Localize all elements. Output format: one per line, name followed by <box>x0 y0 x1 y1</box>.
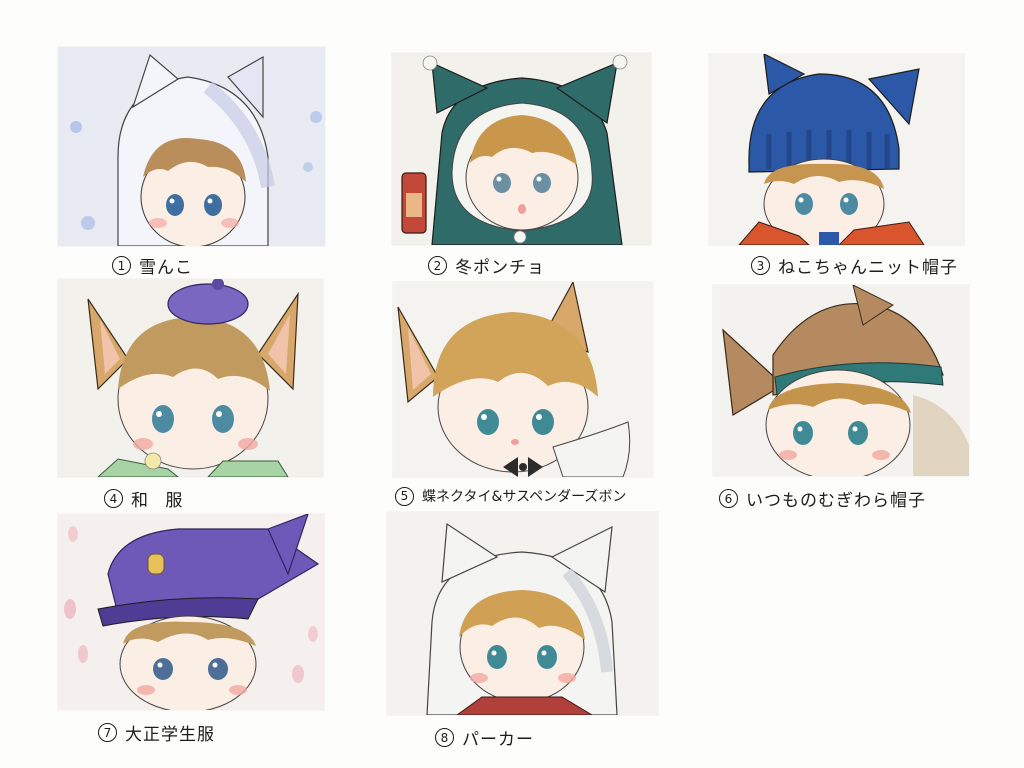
caption-8: 8 パーカー <box>435 725 534 750</box>
caption-label-5: 蝶ネクタイ&サスペンダーズボン <box>422 489 627 505</box>
illustration-7 <box>58 514 324 710</box>
caption-number-6: 6 <box>719 489 738 508</box>
illustration-5-art <box>393 282 653 477</box>
caption-2: 2 冬ポンチョ <box>428 253 545 278</box>
caption-number-4: 4 <box>104 489 123 508</box>
caption-5: 5 蝶ネクタイ&サスペンダーズボン <box>395 486 626 506</box>
caption-4: 4 和 服 <box>104 486 188 511</box>
illustration-4-art <box>58 279 323 477</box>
illustration-6 <box>713 285 969 476</box>
illustration-3 <box>709 54 964 245</box>
caption-label-2: 冬ポンチョ <box>455 258 545 278</box>
illustration-1 <box>58 47 325 246</box>
illustration-8-art <box>387 512 658 715</box>
illustration-8 <box>387 512 658 715</box>
illustration-2-art <box>392 53 651 245</box>
caption-number-7: 7 <box>98 723 117 742</box>
caption-6: 6 いつものむぎわら帽子 <box>719 486 926 511</box>
caption-label-4: 和 服 <box>131 491 189 511</box>
caption-number-2: 2 <box>428 256 447 275</box>
illustration-5 <box>393 282 653 477</box>
illustration-1-art <box>58 47 325 246</box>
caption-label-8: パーカー <box>462 730 534 750</box>
caption-label-7: 大正学生服 <box>125 725 215 745</box>
caption-label-6: いつものむぎわら帽子 <box>746 491 926 511</box>
illustration-2 <box>392 53 651 245</box>
illustration-6-art <box>713 285 969 476</box>
illustration-sheet: 1 雪んこ 2 冬ポンチョ 3 ねこちゃんニット帽子 4 和 服 5 蝶ネクタイ… <box>0 0 1024 768</box>
caption-1: 1 雪んこ <box>112 253 193 278</box>
caption-label-3: ねこちゃんニット帽子 <box>778 258 958 278</box>
caption-3: 3 ねこちゃんニット帽子 <box>751 253 958 278</box>
illustration-3-art <box>709 54 964 245</box>
caption-number-1: 1 <box>112 256 131 275</box>
caption-7: 7 大正学生服 <box>98 720 215 745</box>
caption-number-5: 5 <box>395 486 414 506</box>
illustration-4 <box>58 279 323 477</box>
caption-label-1: 雪んこ <box>139 258 193 278</box>
illustration-7-art <box>58 514 324 710</box>
caption-number-8: 8 <box>435 728 454 747</box>
caption-number-3: 3 <box>751 256 770 275</box>
